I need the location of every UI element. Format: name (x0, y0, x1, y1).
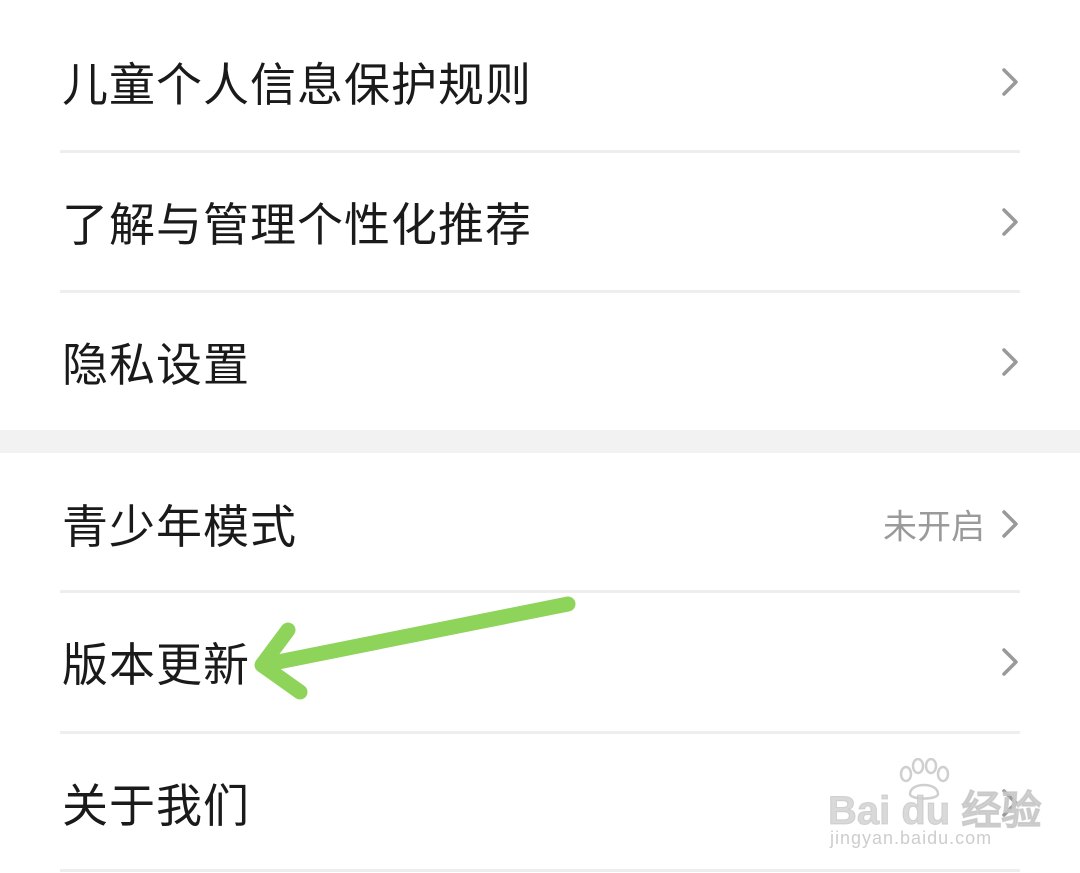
settings-item-label: 关于我们 (62, 779, 250, 833)
chevron-right-icon (1000, 66, 1020, 98)
settings-item-version-update[interactable]: 版本更新 (0, 593, 1080, 731)
chevron-right-icon (1000, 206, 1020, 238)
settings-group-privacy: 儿童个人信息保护规则 了解与管理个性化推荐 隐私设置 (0, 0, 1080, 430)
settings-item-label: 儿童个人信息保护规则 (62, 58, 532, 112)
settings-item-personalized-recommendation[interactable]: 了解与管理个性化推荐 (0, 153, 1080, 291)
settings-item-child-privacy-rules[interactable]: 儿童个人信息保护规则 (0, 13, 1080, 151)
chevron-right-icon (1000, 787, 1020, 819)
teen-mode-status: 未开启 (883, 507, 985, 548)
settings-page: 儿童个人信息保护规则 了解与管理个性化推荐 隐私设置 青少年模式 未开启 版本更… (0, 0, 1080, 873)
section-gap (0, 430, 1080, 453)
settings-item-label: 了解与管理个性化推荐 (62, 198, 532, 252)
settings-item-privacy-settings[interactable]: 隐私设置 (0, 293, 1080, 431)
settings-item-label: 版本更新 (62, 638, 250, 692)
settings-group-general: 青少年模式 未开启 版本更新 关于我们 (0, 453, 1080, 873)
chevron-right-icon (1000, 646, 1020, 678)
chevron-right-icon (1000, 508, 1020, 540)
settings-item-teen-mode[interactable]: 青少年模式 未开启 (0, 455, 1080, 593)
settings-item-label: 青少年模式 (62, 500, 297, 554)
settings-item-label: 隐私设置 (62, 338, 250, 392)
chevron-right-icon (1000, 346, 1020, 378)
divider (60, 869, 1020, 872)
settings-item-about-us[interactable]: 关于我们 (0, 734, 1080, 872)
